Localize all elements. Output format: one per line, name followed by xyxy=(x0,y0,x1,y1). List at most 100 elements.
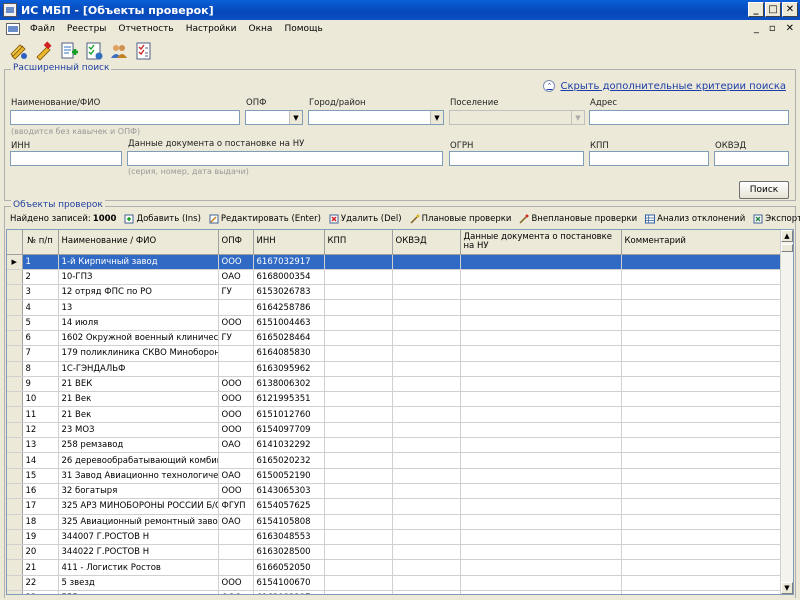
cell-opf[interactable]: ООО xyxy=(218,406,254,423)
cell-kpp[interactable] xyxy=(324,284,393,301)
cell-opf[interactable]: ООО xyxy=(218,391,254,408)
cell-num[interactable]: 1 xyxy=(22,254,59,270)
cell-kpp[interactable] xyxy=(324,590,393,594)
cell-doc[interactable] xyxy=(460,437,622,454)
cell-comment[interactable] xyxy=(621,345,783,362)
cell-comment[interactable] xyxy=(621,361,783,377)
table-row[interactable]: 7179 поликлиника СКВО Минобороны Росс...… xyxy=(7,345,783,362)
cell-doc[interactable] xyxy=(460,514,622,530)
cell-num[interactable]: 11 xyxy=(22,406,59,423)
cell-doc[interactable] xyxy=(460,406,622,423)
cell-opf[interactable] xyxy=(218,345,254,362)
cell-okved[interactable] xyxy=(392,483,461,500)
col-comment[interactable]: Комментарий xyxy=(621,230,783,255)
cell-inn[interactable]: 6150052190 xyxy=(253,468,325,484)
cell-okved[interactable] xyxy=(392,468,461,484)
cell-num[interactable]: 17 xyxy=(22,498,59,515)
cell-num[interactable]: 2 xyxy=(22,269,59,286)
delete-button[interactable]: Удалить (Del) xyxy=(325,214,406,224)
cell-okved[interactable] xyxy=(392,284,461,301)
mdi-restore-button[interactable]: ▫ xyxy=(769,20,776,38)
cell-comment[interactable] xyxy=(621,483,783,500)
cell-inn[interactable]: 6138006302 xyxy=(253,376,325,393)
ogrn-input[interactable] xyxy=(449,151,584,166)
table-row[interactable]: 8 1С-ГЭНДАЛЬФ 6163095962 xyxy=(7,361,783,377)
export-excel-button[interactable]: Экспорт в Excel xyxy=(749,214,800,224)
cell-doc[interactable] xyxy=(460,254,622,270)
cell-opf[interactable]: ОАО xyxy=(218,437,254,454)
cell-kpp[interactable] xyxy=(324,575,393,592)
cell-okved[interactable] xyxy=(392,299,461,316)
cell-okved[interactable] xyxy=(392,590,461,594)
cell-comment[interactable] xyxy=(621,452,783,469)
cell-opf[interactable] xyxy=(218,452,254,469)
table-row[interactable]: 20 344022 Г.РОСТОВ Н 6163028500 xyxy=(7,544,783,561)
inn-input[interactable] xyxy=(10,151,122,166)
checklist-icon[interactable] xyxy=(83,40,105,62)
cell-inn[interactable]: 6164085830 xyxy=(253,345,325,362)
cell-kpp[interactable] xyxy=(324,361,393,377)
cell-inn[interactable]: 6153026783 xyxy=(253,284,325,301)
table-row[interactable]: 2 10-ГПЗ ОАО 6168000354 xyxy=(7,269,783,286)
vertical-scrollbar[interactable]: ▲ ▼ xyxy=(780,230,793,594)
doc-input[interactable] xyxy=(127,151,443,166)
cell-name[interactable]: 10-ГПЗ xyxy=(58,269,219,286)
cell-opf[interactable]: ООО xyxy=(218,422,254,439)
cell-okved[interactable] xyxy=(392,529,461,546)
doc-add-icon[interactable] xyxy=(58,40,80,62)
col-opf[interactable]: ОПФ xyxy=(218,230,254,255)
cell-kpp[interactable] xyxy=(324,514,393,530)
menu-windows[interactable]: Окна xyxy=(243,24,279,34)
edit-button[interactable]: Редактировать (Enter) xyxy=(205,214,325,224)
cell-kpp[interactable] xyxy=(324,406,393,423)
cell-comment[interactable] xyxy=(621,284,783,301)
minimize-button[interactable]: _ xyxy=(748,2,764,17)
col-num[interactable]: № п/п xyxy=(22,230,59,255)
unplanned-checks-button[interactable]: Внеплановые проверки xyxy=(515,214,641,224)
cell-comment[interactable] xyxy=(621,376,783,393)
cell-doc[interactable] xyxy=(460,345,622,362)
maximize-button[interactable]: □ xyxy=(765,2,781,17)
users-icon[interactable] xyxy=(108,40,130,62)
cell-okved[interactable] xyxy=(392,437,461,454)
okved-input[interactable] xyxy=(714,151,789,166)
cell-opf[interactable]: ООО xyxy=(218,254,254,270)
cell-okved[interactable] xyxy=(392,391,461,408)
cell-comment[interactable] xyxy=(621,590,783,594)
cell-num[interactable]: 22 xyxy=(22,575,59,592)
cell-comment[interactable] xyxy=(621,559,783,576)
cell-okved[interactable] xyxy=(392,514,461,530)
cell-name[interactable]: 13 xyxy=(58,299,219,316)
cell-name[interactable]: 21 ВЕК xyxy=(58,376,219,393)
cell-okved[interactable] xyxy=(392,575,461,592)
cell-inn[interactable]: 6154105808 xyxy=(253,514,325,530)
col-kpp[interactable]: КПП xyxy=(324,230,393,255)
cell-opf[interactable]: ФГУП xyxy=(218,498,254,515)
cell-name[interactable]: 23 МОЗ xyxy=(58,422,219,439)
cell-inn[interactable]: 6168000354 xyxy=(253,269,325,286)
table-row[interactable]: 16 32 богатыря ООО 6143065303 xyxy=(7,483,783,500)
cell-okved[interactable] xyxy=(392,330,461,347)
table-row[interactable]: 4 13 6164258786 xyxy=(7,299,783,316)
menu-help[interactable]: Помощь xyxy=(278,24,328,34)
cell-opf[interactable]: ГУ xyxy=(218,330,254,347)
cell-opf[interactable] xyxy=(218,544,254,561)
cell-opf[interactable]: ГУ xyxy=(218,284,254,301)
cell-name[interactable]: 344022 Г.РОСТОВ Н xyxy=(58,544,219,561)
cell-name[interactable]: 555 xyxy=(58,590,219,594)
cell-comment[interactable] xyxy=(621,529,783,546)
cell-name[interactable]: 5 звезд xyxy=(58,575,219,592)
cell-num[interactable]: 19 xyxy=(22,529,59,546)
mdi-child-icon[interactable] xyxy=(6,23,20,35)
cell-comment[interactable] xyxy=(621,299,783,316)
table-row[interactable]: 13 258 ремзавод ОАО 6141032292 xyxy=(7,437,783,454)
cell-opf[interactable] xyxy=(218,361,254,377)
mdi-close-button[interactable]: ✕ xyxy=(786,20,794,38)
search-button[interactable]: Поиск xyxy=(739,181,789,199)
cell-comment[interactable] xyxy=(621,391,783,408)
cell-doc[interactable] xyxy=(460,376,622,393)
city-select[interactable]: ▼ xyxy=(308,110,444,125)
cell-name[interactable]: 344007 Г.РОСТОВ Н xyxy=(58,529,219,546)
planned-checks-button[interactable]: Плановые проверки xyxy=(406,214,516,224)
cell-opf[interactable]: ОАО xyxy=(218,514,254,530)
